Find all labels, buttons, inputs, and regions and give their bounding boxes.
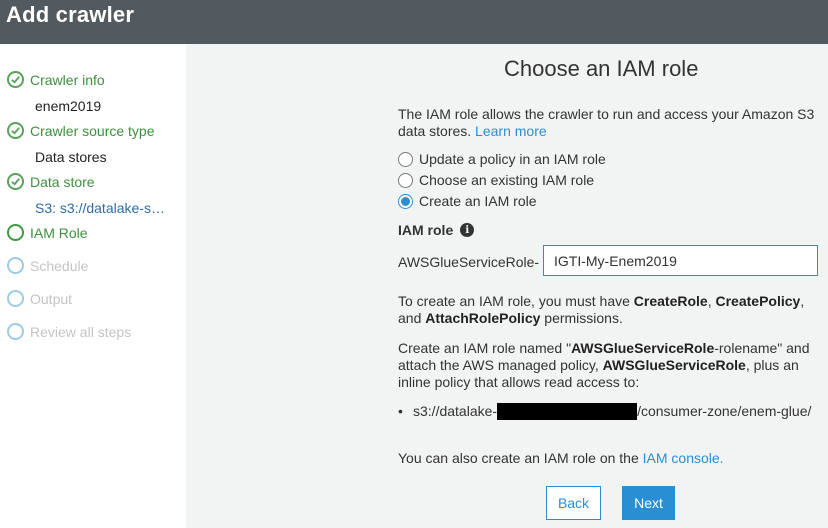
check-circle-icon bbox=[7, 71, 24, 88]
step-label: Review all steps bbox=[30, 323, 132, 340]
step-label: Data store bbox=[30, 173, 95, 190]
step-crawler-info[interactable]: Crawler info bbox=[7, 71, 105, 88]
redacted-block bbox=[497, 403, 638, 420]
role-name-prefix: AWSGlueServiceRole- bbox=[398, 254, 540, 270]
option-label: Update a policy in an IAM role bbox=[419, 151, 606, 167]
step-schedule: Schedule bbox=[7, 257, 88, 274]
step-label: Crawler source type bbox=[30, 122, 155, 139]
step-detail: enem2019 bbox=[35, 98, 102, 114]
option-choose-existing[interactable]: Choose an existing IAM role bbox=[398, 172, 594, 188]
iam-console-note: You can also create an IAM role on the I… bbox=[398, 450, 724, 466]
back-button[interactable]: Back bbox=[546, 486, 601, 520]
main-panel: Choose an IAM role The IAM role allows t… bbox=[186, 44, 828, 528]
radio-button[interactable] bbox=[398, 172, 413, 188]
radio-button-selected[interactable] bbox=[398, 193, 413, 209]
pending-circle-icon bbox=[7, 323, 24, 340]
role-name-input[interactable] bbox=[543, 245, 818, 276]
option-label: Choose an existing IAM role bbox=[419, 172, 595, 188]
option-create-role[interactable]: Create an IAM role bbox=[398, 193, 537, 209]
pending-circle-icon bbox=[7, 290, 24, 307]
iam-console-link[interactable]: IAM console. bbox=[643, 450, 724, 466]
pending-circle-icon bbox=[7, 257, 24, 274]
step-detail: Data stores bbox=[35, 149, 107, 165]
iam-role-label: IAM role i bbox=[398, 222, 475, 238]
step-label: Crawler info bbox=[30, 71, 105, 88]
step-label: Schedule bbox=[30, 257, 89, 274]
header-bar: Add crawler bbox=[0, 0, 828, 44]
current-step-circle-icon bbox=[7, 224, 24, 241]
check-circle-icon bbox=[7, 173, 24, 190]
step-output: Output bbox=[7, 290, 72, 307]
radio-button[interactable] bbox=[398, 151, 413, 167]
option-label: Create an IAM role bbox=[419, 193, 537, 209]
step-detail-link[interactable]: S3: s3://datalake-s… bbox=[35, 200, 175, 216]
step-crawler-source-type[interactable]: Crawler source type bbox=[7, 122, 155, 139]
step-label: Output bbox=[30, 290, 73, 307]
step-review-all-steps: Review all steps bbox=[7, 323, 131, 340]
check-circle-icon bbox=[7, 122, 24, 139]
next-button[interactable]: Next bbox=[622, 486, 675, 520]
section-title: Choose an IAM role bbox=[504, 56, 699, 81]
step-iam-role[interactable]: IAM Role bbox=[7, 224, 88, 241]
create-role-info: Create an IAM role named "AWSGlueService… bbox=[398, 340, 810, 390]
permissions-note: To create an IAM role, you must have Cre… bbox=[398, 293, 805, 326]
learn-more-link[interactable]: Learn more bbox=[475, 123, 547, 139]
step-data-store[interactable]: Data store bbox=[7, 173, 95, 190]
page-title: Add crawler bbox=[6, 2, 135, 27]
info-icon[interactable]: i bbox=[460, 223, 475, 237]
option-update-policy[interactable]: Update a policy in an IAM role bbox=[398, 151, 606, 167]
iam-role-description: The IAM role allows the crawler to run a… bbox=[398, 106, 815, 139]
step-label: IAM Role bbox=[30, 224, 88, 241]
wizard-steps-sidebar: Crawler info enem2019 Crawler source typ… bbox=[0, 44, 186, 528]
